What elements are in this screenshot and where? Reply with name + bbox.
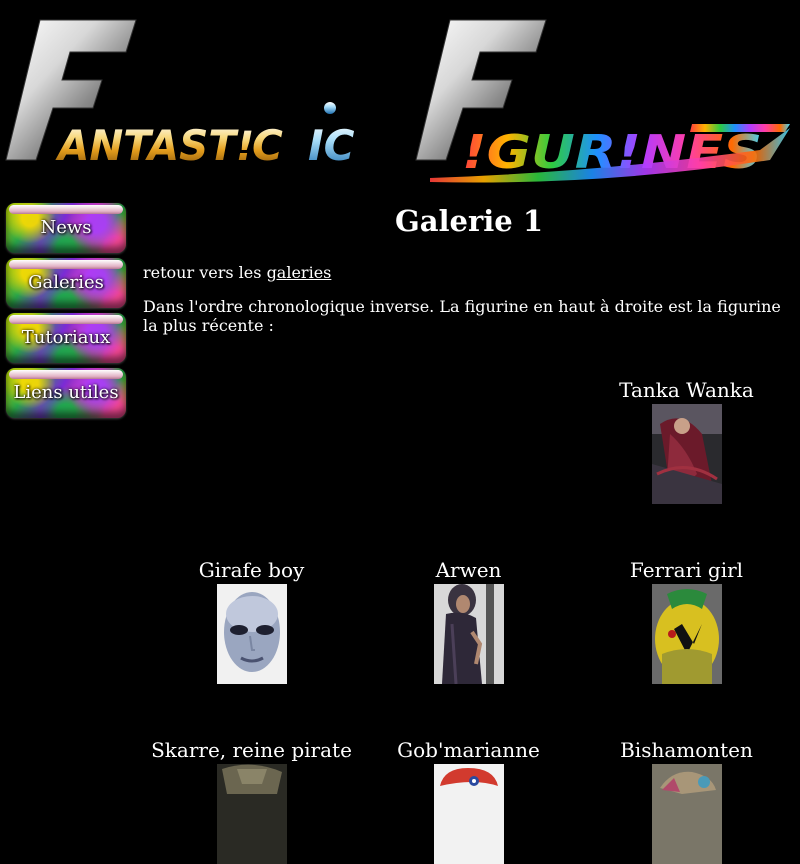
back-line: retour vers les galeries — [143, 263, 331, 282]
figurine-thumbnail[interactable] — [651, 584, 722, 684]
figurine-thumbnail[interactable] — [433, 764, 504, 864]
svg-text:C: C — [252, 121, 283, 170]
figurine-name: Tanka Wanka — [619, 378, 754, 402]
nav-button-news[interactable]: News — [6, 203, 126, 253]
page-title: Galerie 1 — [394, 204, 544, 238]
figurine-thumbnail[interactable] — [651, 404, 722, 504]
figurine-card-arwen[interactable]: Arwen — [360, 556, 577, 684]
figurine-card-gob-marianne[interactable]: Gob'marianne — [360, 736, 577, 864]
figurine-thumbnail[interactable] — [216, 764, 287, 864]
galeries-link[interactable]: galeries — [267, 263, 332, 282]
figurine-name: Girafe boy — [198, 558, 305, 582]
figurine-thumbnail[interactable] — [651, 764, 722, 864]
figurine-card-tanka-wanka[interactable]: Tanka Wanka — [578, 376, 795, 504]
nav-button-tutoriaux[interactable]: Tutoriaux — [6, 313, 126, 363]
logo-graphic: ANTAST ! C IC !GUR!NES — [5, 19, 790, 183]
svg-text:IC: IC — [308, 121, 355, 170]
figurine-card-girafe-boy[interactable]: Girafe boy — [143, 556, 360, 684]
nav-button-label: Tutoriaux — [21, 327, 111, 348]
figurine-card-bishamonten[interactable]: Bishamonten — [578, 736, 795, 864]
figurine-thumbnail[interactable] — [216, 584, 287, 684]
figurine-name: Gob'marianne — [397, 738, 540, 762]
nav-button-label: News — [40, 217, 92, 238]
intro-text: Dans l'ordre chronologique inverse. La f… — [143, 297, 781, 335]
nav-button-label: Galeries — [28, 272, 104, 293]
main-nav: News Galeries Tutoriaux Liens utiles — [6, 203, 126, 423]
figurine-name: Arwen — [435, 558, 502, 582]
svg-text:ANTAST: ANTAST — [55, 121, 239, 170]
nav-button-liens-utiles[interactable]: Liens utiles — [6, 368, 126, 418]
figurine-name: Skarre, reine pirate — [151, 738, 352, 762]
figurine-name: Bishamonten — [620, 738, 753, 762]
figurine-name: Ferrari girl — [629, 558, 744, 582]
figurine-card-ferrari-girl[interactable]: Ferrari girl — [578, 556, 795, 684]
figurine-card-skarre[interactable]: Skarre, reine pirate — [143, 736, 360, 864]
figurine-thumbnail[interactable] — [433, 584, 504, 684]
site-logo[interactable]: ANTAST ! C IC !GUR!NES — [0, 0, 800, 195]
nav-button-label: Liens utiles — [13, 382, 119, 403]
back-prefix: retour vers les — [143, 263, 267, 282]
nav-button-galeries[interactable]: Galeries — [6, 258, 126, 308]
